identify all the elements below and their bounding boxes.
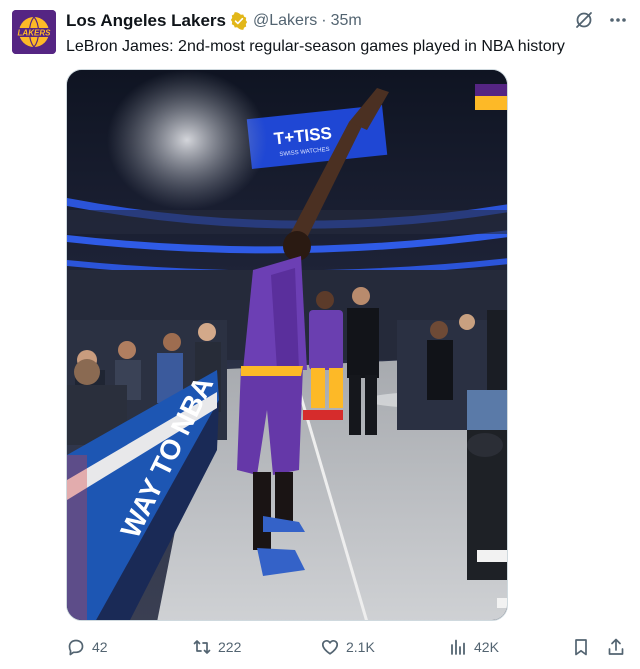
tweet-header: Los Angeles Lakers @Lakers · 35m (66, 10, 628, 32)
separator-dot: · (321, 12, 327, 29)
author-name[interactable]: Los Angeles Lakers (66, 11, 226, 31)
more-icon[interactable] (608, 10, 628, 35)
grok-icon[interactable] (574, 10, 594, 35)
reply-icon (68, 639, 84, 656)
avatar[interactable]: LAKERS (12, 10, 56, 54)
like-icon (321, 639, 339, 655)
author-handle[interactable]: @Lakers (253, 12, 317, 30)
tweet-text: LeBron James: 2nd-most regular-season ga… (66, 38, 565, 55)
like-count: 2.1K (346, 639, 375, 655)
views-icon (451, 639, 465, 655)
reply-count: 42 (92, 639, 108, 655)
views-count: 42K (474, 639, 499, 655)
repost-count: 222 (218, 639, 242, 655)
share-icon (608, 638, 624, 655)
bookmark-button[interactable] (571, 636, 591, 658)
like-button[interactable]: 2.1K (320, 636, 375, 658)
share-button[interactable] (606, 636, 626, 658)
views-button[interactable]: 42K (448, 636, 499, 658)
repost-icon (193, 640, 211, 654)
tweet-actions: 42 222 2.1K 42K (66, 636, 628, 658)
reply-button[interactable]: 42 (66, 636, 108, 658)
header-actions (574, 10, 628, 35)
repost-button[interactable]: 222 (192, 636, 241, 658)
tweet-photo[interactable]: T+TISS SWISS WATCHES WAY TO NBA (66, 69, 508, 621)
avatar-logo-text: LAKERS (18, 29, 52, 38)
lakers-logo-icon: LAKERS (12, 10, 56, 54)
verified-icon (230, 12, 248, 30)
bookmark-icon (575, 639, 587, 656)
timestamp[interactable]: 35m (331, 12, 362, 30)
